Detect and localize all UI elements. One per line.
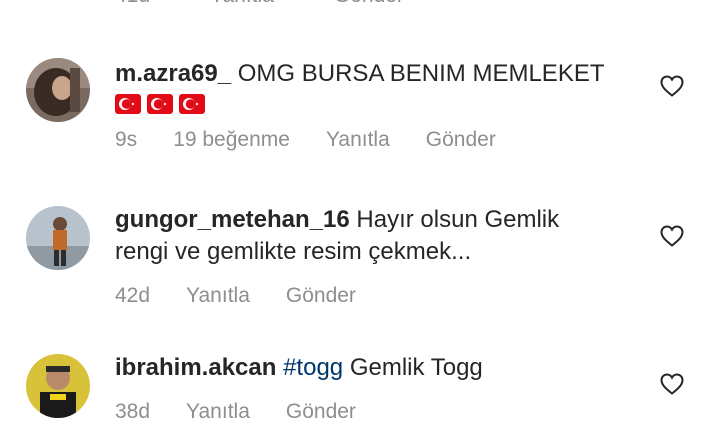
turkish-flag-icon	[147, 94, 173, 114]
send-button[interactable]: Gönder	[334, 0, 404, 8]
likes-count[interactable]: 19 beğenme	[173, 128, 290, 152]
like-heart-icon[interactable]	[660, 373, 684, 395]
comment-content: Hayır olsun Gemlik	[356, 206, 560, 233]
comment-text: ibrahim.akcan #togg Gemlik Togg	[115, 352, 645, 384]
comment-content-continued: rengi ve gemlikte resim çekmek...	[115, 238, 472, 265]
avatar[interactable]	[26, 354, 90, 418]
comment-body: gungor_metehan_16 Hayır olsun Gemlik ren…	[115, 204, 645, 308]
comment-username[interactable]: gungor_metehan_16	[115, 206, 350, 233]
flag-emoji-row	[115, 94, 645, 114]
send-button[interactable]: Gönder	[286, 400, 356, 424]
comment-meta: 9s 19 beğenme Yanıtla Gönder	[115, 128, 645, 152]
comment-meta: 42d Yanıtla Gönder	[115, 284, 645, 308]
reply-button[interactable]: Yanıtla	[210, 0, 274, 8]
like-heart-icon[interactable]	[660, 225, 684, 247]
comment-meta: 38d Yanıtla Gönder	[115, 400, 645, 424]
comment-username[interactable]: m.azra69_	[115, 60, 231, 87]
comment-time: 38d	[115, 400, 151, 423]
avatar[interactable]	[26, 206, 90, 270]
like-heart-icon[interactable]	[660, 75, 684, 97]
comment-time: 41d	[115, 0, 150, 8]
comment-body: ibrahim.akcan #togg Gemlik Togg 38d Yanı…	[115, 352, 645, 424]
reply-button[interactable]: Yanıtla	[186, 284, 250, 308]
send-button[interactable]: Gönder	[286, 284, 356, 308]
turkish-flag-icon	[179, 94, 205, 114]
comment-text: m.azra69_ OMG BURSA BENIM MEMLEKET	[115, 58, 645, 90]
reply-button[interactable]: Yanıtla	[186, 400, 250, 424]
reply-button[interactable]: Yanıtla	[326, 128, 390, 152]
avatar[interactable]	[26, 58, 90, 122]
comment-body: m.azra69_ OMG BURSA BENIM MEMLEKET 9s 19…	[115, 58, 645, 152]
comment-time: 9s	[115, 128, 138, 151]
comment-content: Gemlik Togg	[349, 354, 483, 381]
comment-text: gungor_metehan_16 Hayır olsun Gemlik ren…	[115, 204, 645, 268]
comment-content: OMG BURSA BENIM MEMLEKET	[237, 60, 605, 87]
comment-time: 42d	[115, 284, 151, 307]
comment-username[interactable]: ibrahim.akcan	[115, 354, 276, 381]
send-button[interactable]: Gönder	[426, 128, 496, 152]
turkish-flag-icon	[115, 94, 141, 114]
previous-comment-meta: 41d Yanıtla Gönder	[115, 0, 404, 8]
hashtag-link[interactable]: #togg	[283, 354, 343, 381]
